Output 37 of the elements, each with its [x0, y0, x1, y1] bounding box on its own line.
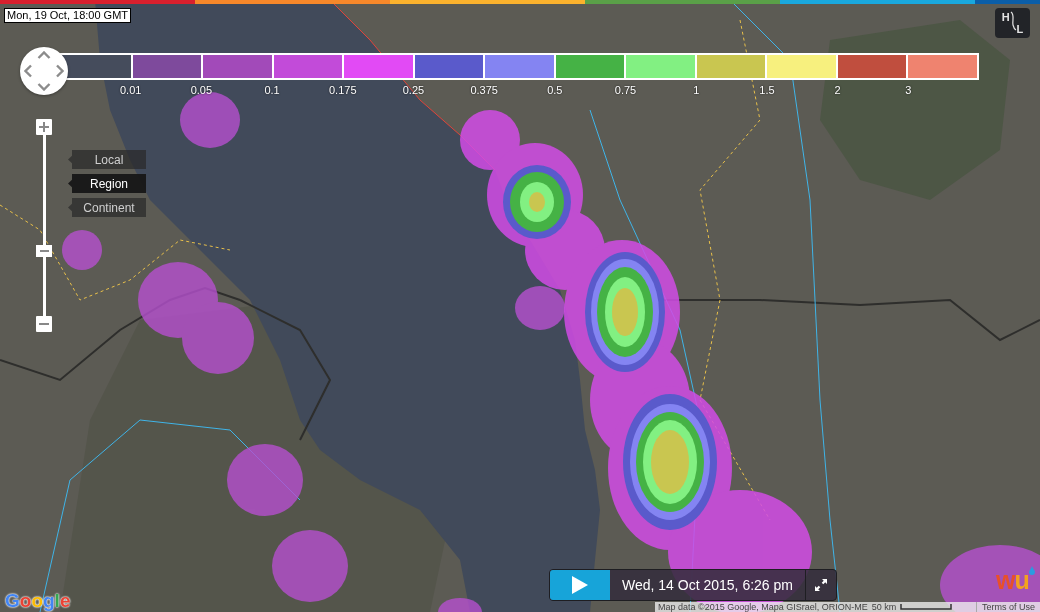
plus-icon: [39, 122, 49, 132]
google-logo: Google: [5, 590, 71, 612]
swoosh-icon: [1009, 11, 1017, 31]
raindrop-icon: [1028, 566, 1035, 575]
brand-logo: wu: [996, 566, 1029, 594]
legend-label: 0.25: [402, 84, 425, 97]
legend-label: 0.75: [614, 84, 637, 97]
forecast-time-label: Mon, 19 Oct, 18:00 GMT: [4, 8, 132, 23]
terms-link[interactable]: Terms of Use: [976, 602, 1040, 612]
expand-icon: [814, 578, 828, 592]
scale-bar: [900, 604, 953, 610]
chevron-down-icon[interactable]: [37, 83, 51, 91]
scale-label: 50 km: [871, 602, 897, 612]
zoom-level-tab[interactable]: Region: [68, 174, 146, 193]
legend-label: 1.5: [759, 84, 775, 97]
zoom-out-button[interactable]: [36, 316, 52, 332]
legend-label: 0.375: [470, 84, 498, 97]
legend-label: 0.05: [190, 84, 213, 97]
legend-label: 3: [905, 84, 912, 97]
legend-label: 2: [834, 84, 841, 97]
chevron-left-icon[interactable]: [24, 64, 32, 78]
zoom-level-tab[interactable]: Continent: [68, 198, 146, 217]
minus-icon: [39, 323, 49, 325]
date-label: Wed, 14 Oct 2015, 6:26 pm: [610, 570, 806, 600]
legend-label: 0.1: [264, 84, 280, 97]
chevron-up-icon[interactable]: [37, 51, 51, 59]
chevron-right-icon[interactable]: [56, 64, 64, 78]
legend-label: 1: [693, 84, 700, 97]
legend-label: 0.01: [120, 84, 142, 97]
zoom-in-button[interactable]: [36, 119, 52, 135]
legend-label: 0.5: [547, 84, 563, 97]
legend-label: 0.175: [329, 84, 357, 97]
zoom-slider-thumb[interactable]: [36, 244, 52, 257]
highs-lows-toggle[interactable]: H L: [995, 8, 1030, 38]
zoom-level-tab[interactable]: Local: [68, 150, 146, 169]
map-data-credit: Map data ©2015 Google, Mapa GISrael, ORION-ME: [658, 602, 868, 612]
play-button[interactable]: [550, 570, 610, 600]
